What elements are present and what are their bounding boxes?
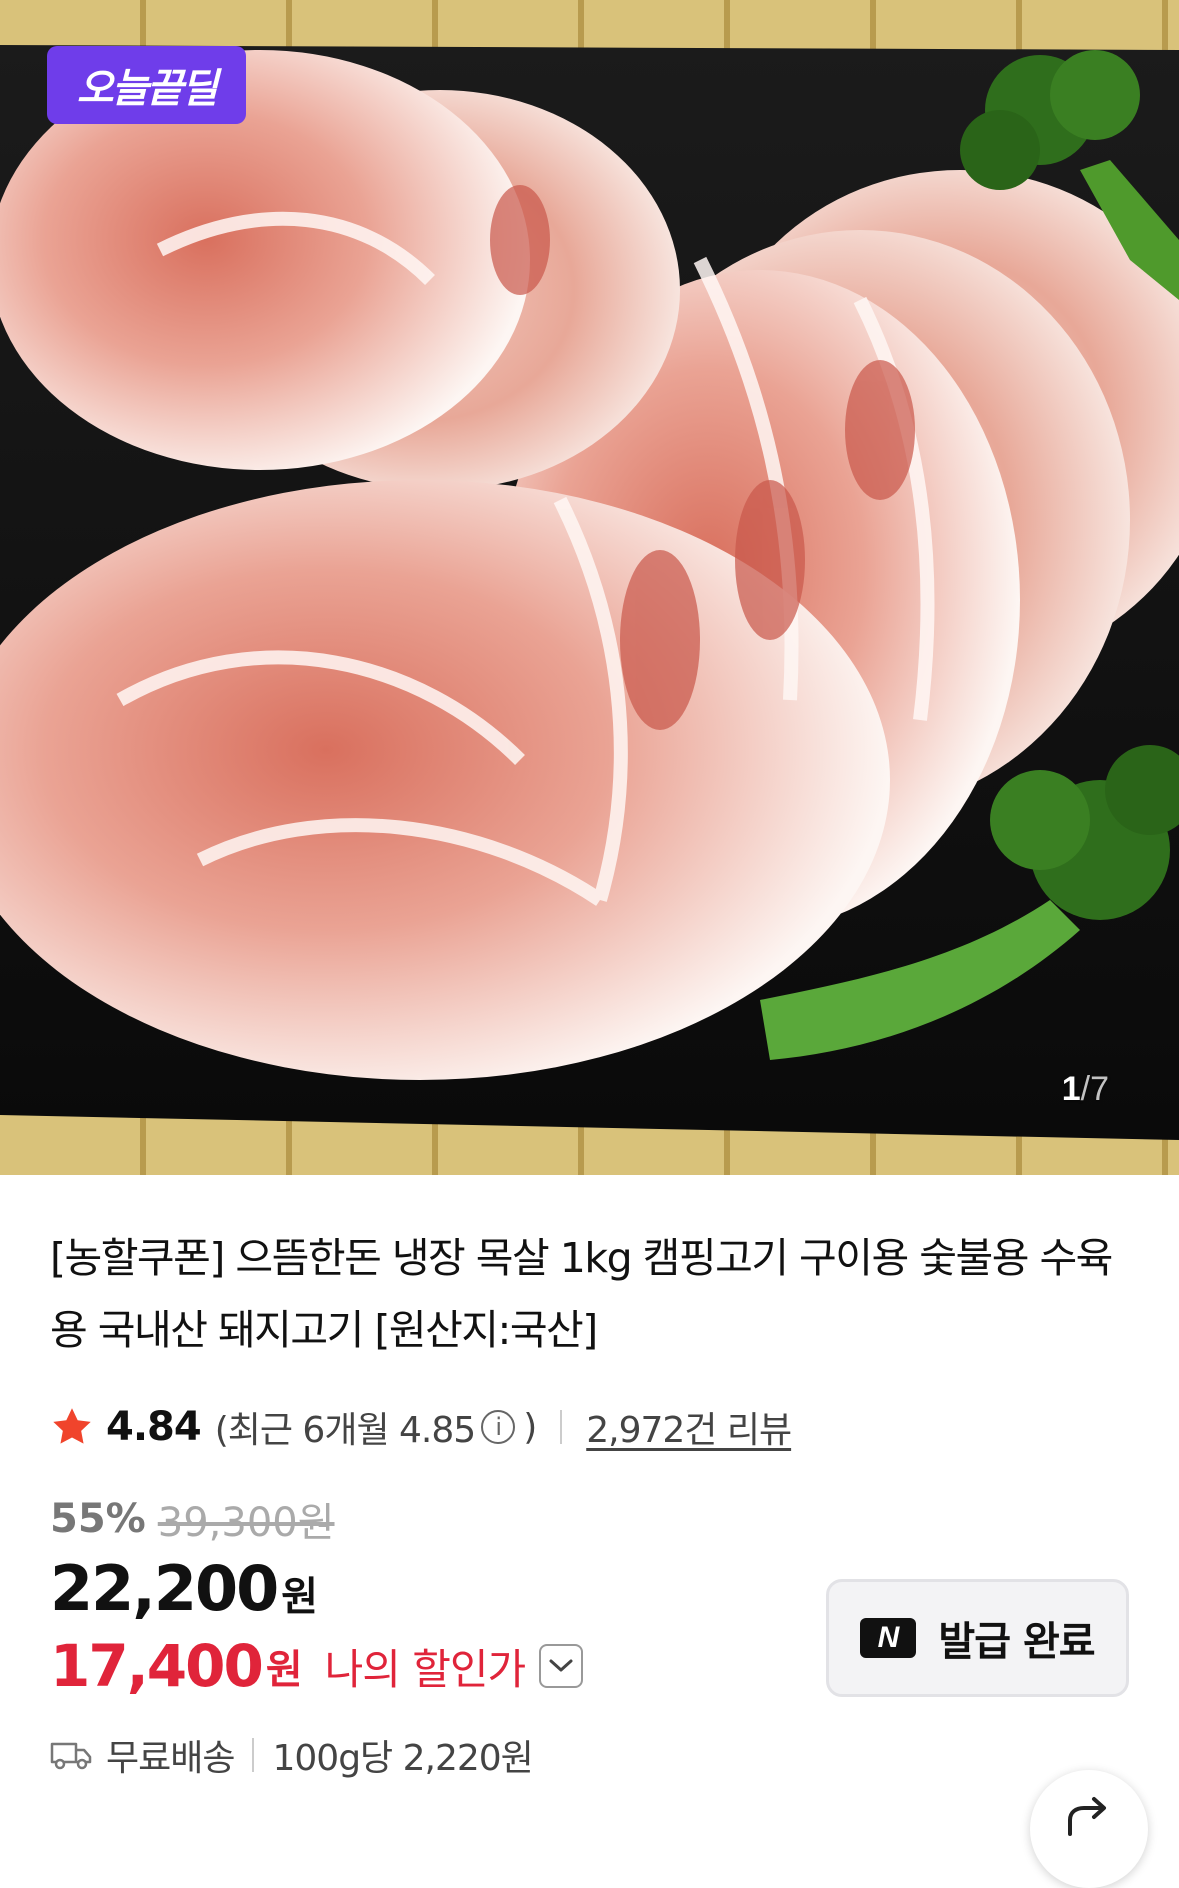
recent-rating-text: (최근 6개월 4.85 [214, 1410, 476, 1451]
my-price-label: 나의 할인가 [324, 1644, 527, 1694]
reviews-link[interactable]: 2,972건 리뷰 [586, 1401, 792, 1453]
star-icon [53, 1408, 91, 1444]
rating-row: 4.84 (최근 6개월 4.85 i ) 2,972건 리뷰 [50, 1400, 792, 1454]
my-price-unit: 원 [265, 1647, 303, 1693]
product-photo [0, 45, 1179, 1140]
coupon-issued-button[interactable]: N 발급 완료 [826, 1579, 1129, 1697]
share-button[interactable] [1030, 1770, 1148, 1888]
divider [252, 1738, 255, 1772]
sale-price-value: 22,200 [50, 1552, 279, 1625]
chevron-down-icon[interactable] [539, 1644, 584, 1688]
pager-total: /7 [1080, 1070, 1109, 1108]
original-price: 39,300원 [157, 1500, 335, 1546]
divider [560, 1410, 563, 1444]
sale-price: 22,200 원 [50, 1552, 318, 1625]
share-icon [1068, 1797, 1106, 1836]
coupon-label: 발급 완료 [938, 1619, 1095, 1665]
naver-n-icon: N [860, 1618, 917, 1658]
discount-percent: 55% [50, 1496, 146, 1542]
info-icon[interactable]: i [481, 1410, 516, 1444]
sale-price-unit: 원 [281, 1574, 319, 1620]
truck-icon [50, 1742, 92, 1770]
my-price-value: 17,400 [50, 1632, 264, 1700]
unit-price: 100g당 2,220원 [272, 1738, 533, 1779]
today-deal-badge: 오늘끝딜 [47, 46, 246, 124]
free-shipping: 무료배송 [106, 1738, 235, 1779]
discount-row: 55% 39,300원 [50, 1490, 335, 1548]
product-title: [농할쿠폰] 으뜸한돈 냉장 목살 1kg 캠핑고기 구이용 숯불용 수육용 국… [50, 1234, 1113, 1354]
pager-current: 1 [1061, 1070, 1081, 1108]
product-image-carousel[interactable]: 오늘끝딜 1/7 [0, 0, 1179, 1175]
recent-rating-close: ) [523, 1406, 537, 1448]
rating-score: 4.84 [106, 1404, 202, 1450]
my-discount-price[interactable]: 17,400 원 나의 할인가 [50, 1632, 584, 1700]
recent-rating: (최근 6개월 4.85 i ) [214, 1401, 538, 1453]
shipping-row: 무료배송 100g당 2,220원 [50, 1730, 534, 1780]
image-pager: 1/7 [1062, 1070, 1109, 1109]
